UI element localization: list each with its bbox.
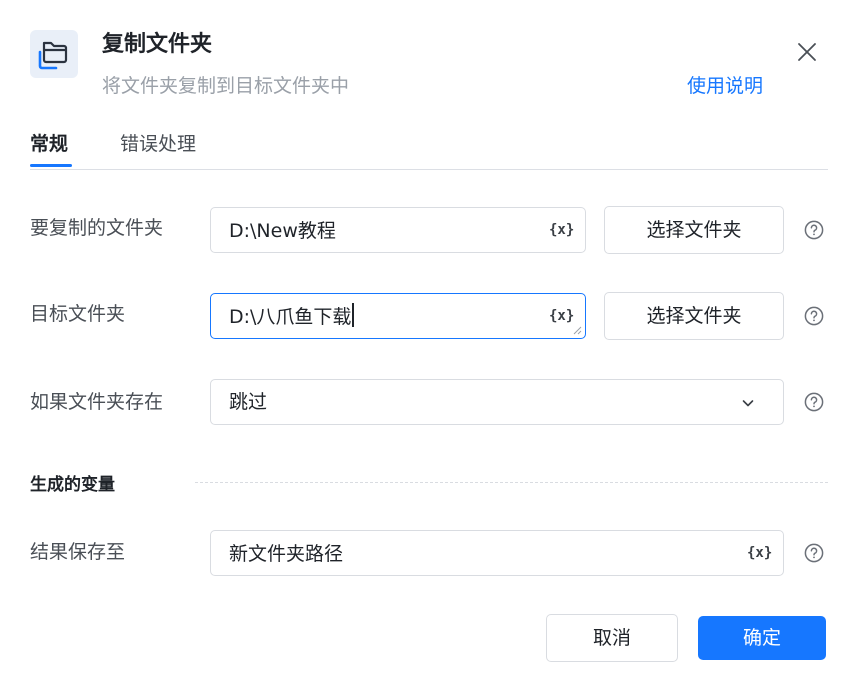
- close-button[interactable]: [794, 39, 820, 65]
- close-icon: [798, 43, 816, 61]
- result-label: 结果保存至: [30, 541, 126, 563]
- dialog-title: 复制文件夹: [102, 32, 213, 57]
- variable-icon[interactable]: {x}: [549, 306, 574, 326]
- tab-bar: 常规 错误处理: [30, 128, 828, 170]
- dialog-subtitle: 将文件夹复制到目标文件夹中: [102, 75, 350, 97]
- target-folder-label: 目标文件夹: [30, 303, 126, 325]
- variable-icon[interactable]: {x}: [549, 220, 574, 240]
- source-folder-value: D:\New教程: [229, 220, 336, 242]
- active-tab-indicator: [30, 164, 72, 167]
- variable-icon[interactable]: {x}: [747, 543, 772, 563]
- output-section-title: 生成的变量: [30, 475, 115, 495]
- text-caret: [352, 303, 354, 327]
- copy-folder-dialog: 复制文件夹 将文件夹复制到目标文件夹中 使用说明 常规 错误处理 要复制的文件夹…: [0, 0, 852, 685]
- confirm-button[interactable]: 确定: [698, 616, 826, 660]
- source-folder-input[interactable]: D:\New教程 {x}: [210, 207, 586, 253]
- resize-grip-icon[interactable]: [572, 325, 582, 335]
- tab-general[interactable]: 常规: [30, 128, 68, 160]
- if-exists-select[interactable]: 跳过: [210, 379, 784, 425]
- if-exists-label: 如果文件夹存在: [30, 391, 164, 413]
- result-variable-input[interactable]: 新文件夹路径 {x}: [210, 530, 784, 576]
- result-variable-value: 新文件夹路径: [229, 543, 344, 565]
- folder-copy-icon: [30, 30, 78, 78]
- tab-error-handling[interactable]: 错误处理: [120, 128, 196, 160]
- help-icon[interactable]: [804, 306, 824, 326]
- target-folder-input[interactable]: D:\八爪鱼下载 {x}: [210, 293, 586, 339]
- section-divider: [195, 482, 828, 483]
- cancel-button[interactable]: 取消: [546, 614, 678, 662]
- help-link[interactable]: 使用说明: [687, 72, 763, 100]
- target-folder-value: D:\八爪鱼下载: [229, 303, 354, 331]
- help-icon[interactable]: [804, 220, 824, 240]
- select-target-folder-button[interactable]: 选择文件夹: [604, 292, 784, 340]
- chevron-down-icon[interactable]: [740, 395, 756, 411]
- source-folder-label: 要复制的文件夹: [30, 217, 164, 239]
- if-exists-value: 跳过: [229, 391, 268, 413]
- help-icon[interactable]: [804, 543, 824, 563]
- help-icon[interactable]: [804, 392, 824, 412]
- select-source-folder-button[interactable]: 选择文件夹: [604, 206, 784, 254]
